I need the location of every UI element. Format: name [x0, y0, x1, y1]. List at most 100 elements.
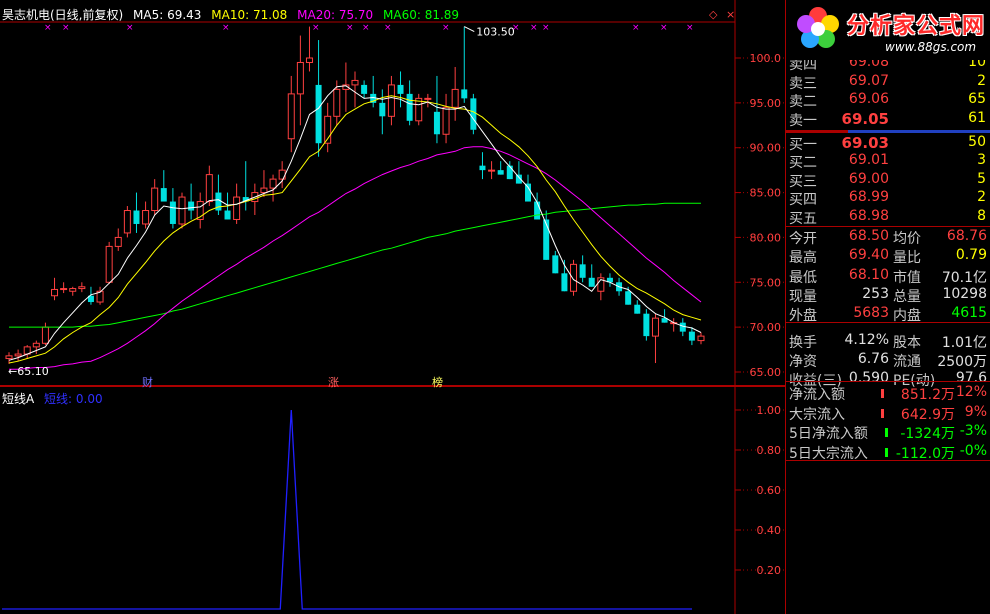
- orderbook-volume: 3: [977, 152, 986, 169]
- orderbook-price: 69.05: [841, 109, 889, 128]
- orderbook-divider-red: [786, 130, 848, 133]
- event-x-marker: ×: [542, 23, 550, 33]
- candle-body-up: [442, 106, 450, 135]
- price-axis-label: 95.00: [750, 97, 782, 110]
- event-x-marker: ×: [44, 23, 52, 33]
- event-x-marker: ×: [512, 23, 520, 33]
- ma60-label: MA60: 81.89: [383, 8, 460, 22]
- candle-body-up: [178, 196, 186, 225]
- indicator-axis-label: 0.60: [757, 484, 782, 497]
- candle-body-down: [634, 304, 641, 314]
- fund-flow-percent: -3%: [959, 423, 987, 439]
- orderbook-row-sell[interactable]: 卖三 69.07 2: [789, 73, 989, 92]
- candle-body-down: [543, 219, 550, 260]
- fund-flow-bar: [881, 389, 884, 398]
- fund-flow-value: 851.2万: [900, 387, 955, 403]
- quote-value: 6.76: [857, 350, 889, 367]
- candle-body-down: [133, 210, 140, 224]
- quote-label: 总量: [893, 288, 921, 305]
- quote-row: 最低 68.10 市值 70.1亿: [789, 267, 989, 286]
- orderbook-row-buy[interactable]: 买五 68.98 8: [789, 208, 989, 227]
- quote-divider-1: [786, 226, 990, 227]
- quote-label: 换手: [789, 334, 817, 351]
- quote-label: 量比: [893, 250, 921, 267]
- candle-body-down: [397, 84, 404, 94]
- candle-body-down: [315, 84, 322, 144]
- orderbook-level-label: 买四: [789, 192, 817, 209]
- quote-label: 市值: [893, 269, 921, 286]
- stock-name[interactable]: 昊志机电(日线,前复权): [2, 8, 123, 22]
- candle-body-down: [361, 84, 368, 94]
- quote-value: 2500万: [937, 353, 987, 370]
- fund-flow-label: 5日净流入额: [789, 426, 868, 442]
- quote-panel: 卖五卖四69.0810卖三69.072卖二69.0665卖一69.0561买一6…: [785, 0, 990, 614]
- candle-body-up: [69, 288, 77, 292]
- price-axis-label: 70.00: [750, 321, 782, 334]
- indicator-name[interactable]: 短线A: [2, 392, 34, 406]
- orderbook-price: 69.00: [848, 170, 889, 187]
- event-x-marker: ×: [530, 23, 538, 33]
- candle-body-down: [461, 89, 468, 99]
- indicator-axis-label: 0.40: [757, 524, 782, 537]
- candle-body-down: [497, 170, 504, 175]
- orderbook-price: 68.98: [848, 207, 889, 224]
- fund-flow-value: -1324万: [900, 426, 955, 442]
- candle-body-down: [643, 313, 650, 337]
- quote-value: 253: [862, 285, 889, 302]
- event-x-marker: ×: [346, 23, 354, 33]
- orderbook-row-buy[interactable]: 买三 69.00 5: [789, 171, 989, 190]
- candle-body-down: [506, 165, 513, 180]
- rank-marker[interactable]: 榜: [430, 374, 445, 390]
- orderbook-level-label: 卖二: [789, 94, 817, 111]
- flower-logo-icon: [797, 7, 839, 48]
- ma20-label: MA20: 75.70: [297, 8, 374, 22]
- orderbook-volume: 2: [977, 72, 986, 89]
- orderbook-price: 69.01: [848, 152, 889, 169]
- candle-body-up: [296, 61, 304, 95]
- high-price-label: 103.50: [476, 26, 515, 39]
- logo-url[interactable]: www.88gs.com: [885, 40, 976, 54]
- kline-chart-area[interactable]: 103.50 ←65.10 100.0 95.00 90.00 85.00 80.00 75…: [0, 0, 785, 614]
- quote-row: 净资 6.76 流通 2500万: [789, 351, 989, 370]
- orderbook-row-buy[interactable]: 买一 69.03 50: [789, 134, 989, 153]
- finance-marker[interactable]: 财: [140, 374, 155, 390]
- site-logo: 分析家公式网 www.88gs.com: [787, 0, 990, 60]
- orderbook-row-buy[interactable]: 买二 69.01 3: [789, 152, 989, 171]
- event-x-marker: ×: [632, 23, 640, 33]
- orderbook-row-buy[interactable]: 买四 68.99 2: [789, 189, 989, 208]
- rise-marker[interactable]: 涨: [326, 374, 341, 390]
- indicator-title: 短线A 短线: 0.00: [2, 390, 103, 407]
- indicator-axis-label: 1.00: [757, 404, 782, 417]
- close-icon[interactable]: ×: [726, 8, 735, 21]
- event-x-marker: ×: [362, 23, 370, 33]
- quote-label: 现量: [789, 288, 817, 305]
- candle-body-down: [479, 165, 486, 171]
- candle-body-up: [333, 88, 341, 117]
- orderbook-row-sell[interactable]: 卖二 69.06 65: [789, 91, 989, 110]
- candle-body-down: [534, 201, 541, 220]
- orderbook-level-label: 卖三: [789, 75, 817, 92]
- fund-flow-bar: [885, 428, 888, 437]
- candle-body-down: [433, 111, 440, 135]
- fund-flow-percent: 12%: [955, 384, 987, 400]
- event-x-marker: ×: [384, 23, 392, 33]
- quote-label: 股本: [893, 334, 921, 351]
- restore-icon[interactable]: ◇: [709, 8, 717, 21]
- orderbook-row-sell[interactable]: 卖一 69.05 61: [789, 110, 989, 129]
- event-x-marker: ×: [62, 23, 70, 33]
- quote-value: 68.10: [848, 266, 889, 283]
- fund-flow-label: 净流入额: [789, 387, 845, 403]
- candle-body-down: [525, 183, 531, 202]
- indicator-axis-label: 0.20: [757, 564, 782, 577]
- event-x-marker: ×: [660, 23, 668, 33]
- candle-body-up: [305, 57, 313, 63]
- candle-body-up: [51, 288, 59, 297]
- ma10-label: MA10: 71.08: [211, 8, 288, 22]
- quote-value: 4615: [951, 305, 987, 322]
- candle-body-down: [579, 264, 586, 278]
- candle-body-up: [78, 286, 86, 290]
- orderbook-level-label: 买五: [789, 210, 817, 227]
- quote-value: 0.79: [955, 247, 987, 264]
- quote-label: 均价: [893, 231, 921, 247]
- candle-body-down: [625, 291, 632, 305]
